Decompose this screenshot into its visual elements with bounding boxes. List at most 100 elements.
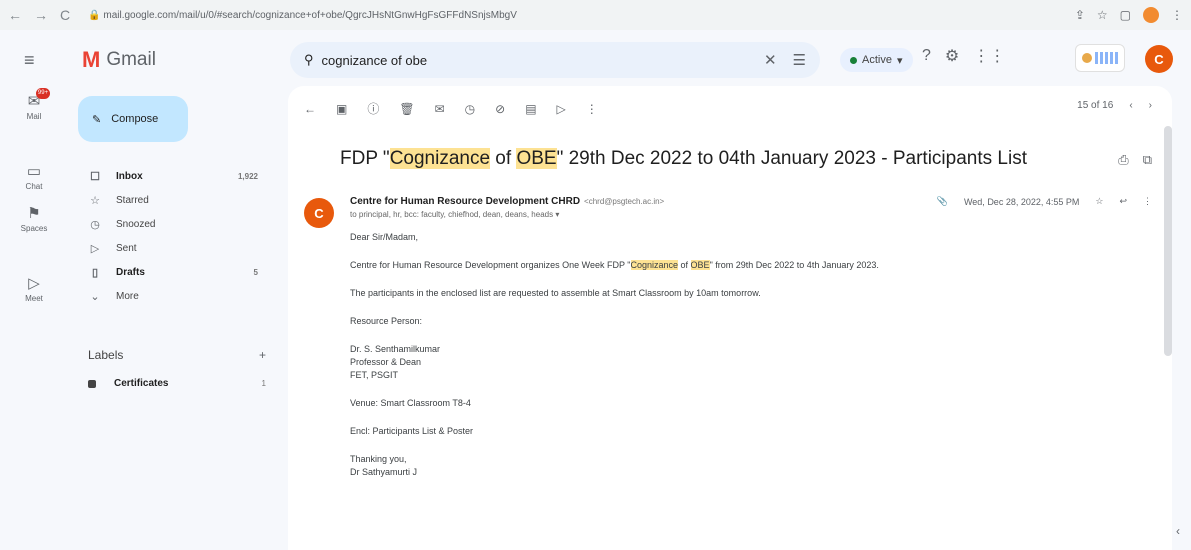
subject-highlight: Cognizance bbox=[389, 148, 491, 169]
gmail-header: ≡ M Gmail ⚲ cognizance of obe ✕ ☰ Active… bbox=[0, 30, 1191, 86]
rail-meet[interactable]: ▷ Meet bbox=[0, 274, 68, 303]
closing-name: Dr Sathyamurti J bbox=[350, 467, 418, 477]
bookmark-star-icon[interactable]: ☆ bbox=[1097, 8, 1108, 22]
move-to-icon[interactable]: ▤ bbox=[525, 102, 536, 116]
rail-mail-label: Mail bbox=[26, 112, 42, 121]
lock-icon: 🔒 bbox=[88, 9, 104, 21]
more-options-icon[interactable]: ⋮ bbox=[586, 102, 598, 116]
delete-icon[interactable]: 🗑 bbox=[399, 102, 414, 116]
draft-icon: ▯ bbox=[91, 266, 99, 279]
newer-icon[interactable]: ‹ bbox=[1129, 100, 1132, 111]
older-icon[interactable]: › bbox=[1149, 100, 1152, 111]
star-icon[interactable]: ☆ bbox=[1095, 196, 1103, 207]
print-icon[interactable]: ⎙ bbox=[1118, 152, 1128, 168]
add-label-icon[interactable]: + bbox=[259, 348, 266, 362]
subject-highlight: OBE bbox=[516, 148, 557, 169]
email-subject: FDP "Cognizance of OBE" 29th Dec 2022 to… bbox=[340, 148, 1027, 170]
email-date: Wed, Dec 28, 2022, 4:55 PM bbox=[963, 196, 1080, 207]
extensions-icon[interactable]: ▢ bbox=[1120, 8, 1131, 22]
search-options-icon[interactable]: ☰ bbox=[793, 51, 806, 69]
snooze-icon[interactable]: ◷ bbox=[465, 102, 475, 116]
browser-toolbar: ← → C 🔒 mail.google.com/mail/u/0/#search… bbox=[0, 0, 1191, 30]
account-avatar[interactable]: C bbox=[1145, 45, 1173, 73]
rail-chat[interactable]: ▭ Chat bbox=[0, 162, 68, 191]
email-view: ← ▣ ⓘ 🗑 ✉ ◷ ⊘ ▤ ▷ ⋮ 15 of 16 ‹ › FDP "Co… bbox=[288, 86, 1172, 550]
settings-gear-icon[interactable]: ⚙ bbox=[945, 46, 959, 66]
recipients[interactable]: to principal, hr, bcc: faculty, chiefhod… bbox=[350, 210, 559, 219]
body-line-2: The participants in the enclosed list ar… bbox=[350, 288, 761, 298]
subject-actions: ⎙ ⧉ bbox=[1118, 152, 1152, 168]
scrollbar[interactable] bbox=[1164, 126, 1172, 356]
back-icon[interactable]: ← bbox=[8, 7, 22, 23]
sidebar-item-inbox[interactable]: ☐ Inbox 1,922 bbox=[68, 164, 268, 188]
clock-icon: ◷ bbox=[90, 218, 100, 231]
reload-icon[interactable]: C bbox=[60, 7, 70, 23]
label-tag-icon bbox=[88, 379, 96, 388]
body-highlight: Cognizance bbox=[630, 260, 679, 270]
back-to-search-icon[interactable]: ← bbox=[304, 102, 316, 116]
inbox-count: 1,922 bbox=[237, 171, 258, 181]
rail-spaces[interactable]: ⚑ Spaces bbox=[0, 204, 68, 233]
clear-search-icon[interactable]: ✕ bbox=[764, 51, 777, 69]
greeting: Dear Sir/Madam, bbox=[350, 232, 419, 242]
enclosure: Encl: Participants List & Poster bbox=[350, 426, 474, 436]
sidebar-item-label: Snoozed bbox=[116, 218, 156, 230]
body-line-1: Centre for Human Resource Development or… bbox=[350, 260, 1130, 270]
sidebar-item-sent[interactable]: ▷ Sent bbox=[68, 236, 268, 260]
help-icon[interactable]: ? bbox=[922, 47, 931, 65]
sidebar-item-starred[interactable]: ☆ Starred bbox=[68, 188, 268, 212]
sidebar-item-label: Starred bbox=[116, 194, 149, 206]
pencil-icon: ✎ bbox=[92, 113, 102, 126]
app-name: Gmail bbox=[106, 49, 156, 70]
sender-avatar: C bbox=[304, 198, 334, 228]
labels-title: Labels bbox=[88, 348, 124, 362]
address-bar[interactable]: 🔒 mail.google.com/mail/u/0/#search/cogni… bbox=[80, 5, 760, 25]
rail-mail[interactable]: ✉ 99+ Mail bbox=[0, 88, 68, 121]
closing-text: Thanking you, bbox=[350, 454, 407, 464]
subject-text: of bbox=[490, 148, 517, 169]
reply-icon[interactable]: ↩ bbox=[1119, 196, 1127, 207]
search-bar[interactable]: ⚲ cognizance of obe ✕ ☰ bbox=[290, 42, 820, 78]
chevron-down-icon: ⌄ bbox=[90, 290, 100, 303]
meet-icon: ▷ bbox=[28, 275, 40, 292]
main-menu-icon[interactable]: ≡ bbox=[24, 50, 35, 71]
side-panel-toggle-icon[interactable]: ‹ bbox=[1176, 524, 1180, 538]
compose-button[interactable]: ✎ Compose bbox=[78, 96, 188, 142]
status-button[interactable]: Active ▾ bbox=[840, 48, 913, 72]
labels-heading: Labels + bbox=[88, 348, 266, 362]
email-body: Dear Sir/Madam, Centre for Human Resourc… bbox=[350, 232, 1130, 480]
sender-name: Centre for Human Resource Development CH… bbox=[350, 196, 664, 207]
forward-icon[interactable]: → bbox=[34, 7, 48, 23]
rail-chat-label: Chat bbox=[25, 182, 43, 191]
search-icon[interactable]: ⚲ bbox=[304, 52, 314, 68]
rail-meet-label: Meet bbox=[25, 294, 43, 303]
share-icon[interactable]: ⇪ bbox=[1075, 8, 1085, 22]
more-icon[interactable]: ⋮ bbox=[1143, 196, 1152, 207]
new-window-icon[interactable]: ⧉ bbox=[1143, 152, 1152, 168]
apps-grid-icon[interactable]: ⋮⋮ bbox=[973, 46, 1005, 66]
spaces-icon: ⚑ bbox=[27, 205, 41, 222]
compose-label: Compose bbox=[111, 113, 159, 125]
sidebar-item-drafts[interactable]: ▯ Drafts 5 bbox=[68, 260, 268, 284]
search-input[interactable]: cognizance of obe bbox=[322, 53, 428, 68]
add-task-icon[interactable]: ⊘ bbox=[495, 102, 505, 116]
label-icon[interactable]: ▷ bbox=[557, 102, 566, 116]
resource-heading: Resource Person: bbox=[350, 316, 423, 326]
sidebar-item-more[interactable]: ⌄ More bbox=[68, 284, 268, 308]
mark-unread-icon[interactable]: ✉ bbox=[435, 102, 445, 116]
drafts-count: 5 bbox=[253, 267, 258, 277]
sidebar-item-label: Drafts bbox=[116, 266, 145, 278]
body-text: " from 29th Dec 2022 to 4th January 2023… bbox=[709, 260, 879, 270]
gmail-logo[interactable]: M Gmail bbox=[82, 47, 156, 73]
header-icons: ? ⚙ ⋮⋮ bbox=[922, 46, 1005, 66]
browser-nav: ← → C bbox=[8, 7, 70, 23]
report-spam-icon[interactable]: ⓘ bbox=[367, 100, 379, 117]
archive-icon[interactable]: ▣ bbox=[336, 102, 347, 116]
pager: 15 of 16 ‹ › bbox=[1077, 100, 1152, 111]
profile-icon[interactable] bbox=[1143, 7, 1159, 23]
menu-icon[interactable]: ⋮ bbox=[1171, 8, 1183, 22]
label-certificates[interactable]: Certificates 1 bbox=[88, 378, 266, 389]
status-dot bbox=[850, 56, 857, 64]
sidebar-item-snoozed[interactable]: ◷ Snoozed bbox=[68, 212, 268, 236]
browser-actions: ⇪ ☆ ▢ ⋮ bbox=[1075, 7, 1183, 23]
